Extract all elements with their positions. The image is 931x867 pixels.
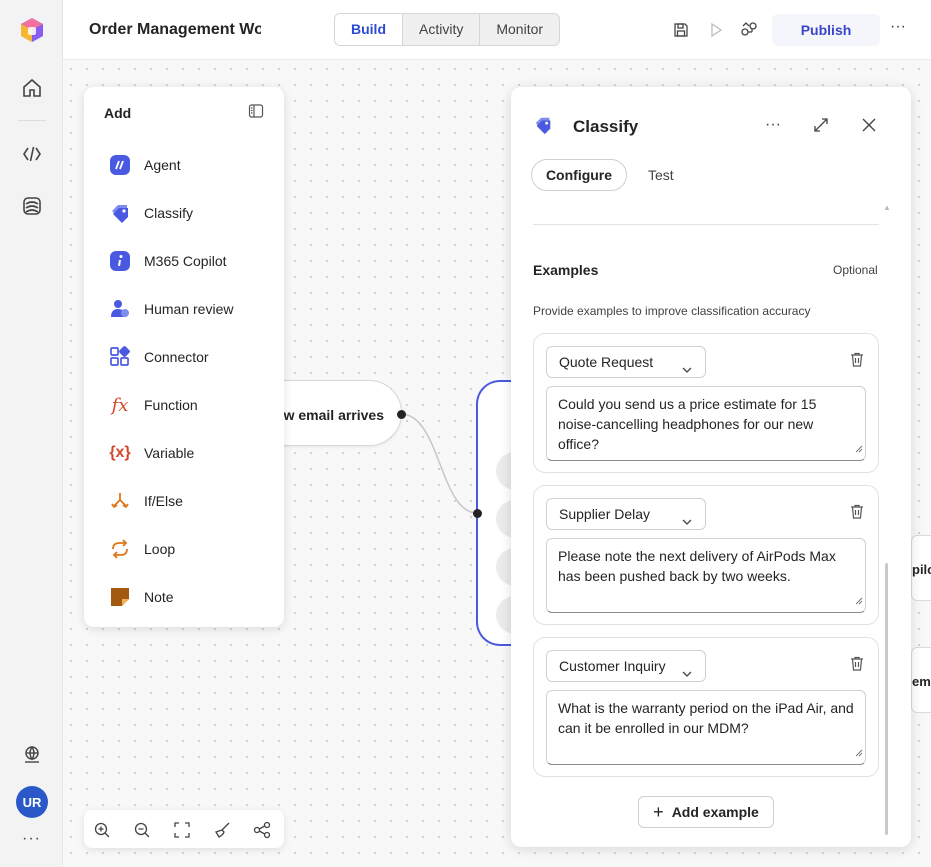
section-divider <box>533 224 879 225</box>
example-card: Customer Inquiry What is the warranty pe… <box>533 637 879 777</box>
examples-description: Provide examples to improve classificati… <box>533 304 811 318</box>
category-dropdown[interactable]: Customer Inquiry <box>546 650 706 682</box>
note-icon <box>108 585 132 609</box>
resize-grip-icon[interactable] <box>855 590 863 610</box>
panel-scrollbar[interactable] <box>885 563 888 835</box>
delete-icon[interactable] <box>850 504 864 524</box>
loop-icon <box>108 537 132 561</box>
add-item-classify[interactable]: Classify <box>108 201 193 225</box>
tag-icon <box>533 115 553 135</box>
collapse-panel-icon[interactable] <box>248 103 264 124</box>
canvas-toolbar <box>84 810 284 848</box>
add-item-connector[interactable]: Connector <box>108 345 209 369</box>
tab-configure[interactable]: Configure <box>531 159 627 191</box>
example-text-field[interactable]: Please note the next delivery of AirPods… <box>546 538 866 613</box>
delete-icon[interactable] <box>850 656 864 676</box>
close-icon[interactable] <box>859 115 879 135</box>
example-card: Supplier Delay Please note the next deli… <box>533 485 879 625</box>
offscreen-node-copilot[interactable]: pilo <box>911 535 931 601</box>
clean-up-icon[interactable] <box>212 820 232 840</box>
examples-heading: Examples <box>533 262 599 278</box>
offscreen-node-email[interactable]: ema <box>911 647 931 713</box>
delete-icon[interactable] <box>850 352 864 372</box>
trigger-node-label: ew email arrives <box>275 407 384 423</box>
category-dropdown[interactable]: Supplier Delay <box>546 498 706 530</box>
zoom-in-icon[interactable] <box>92 820 112 840</box>
tag-icon <box>108 201 132 225</box>
resize-grip-icon[interactable] <box>855 742 863 762</box>
expand-icon[interactable] <box>811 115 831 135</box>
agent-icon <box>108 153 132 177</box>
zoom-out-icon[interactable] <box>132 820 152 840</box>
apps-icon <box>108 345 132 369</box>
panel-title: Classify <box>573 117 639 136</box>
trigger-output-port[interactable] <box>397 410 406 419</box>
chevron-down-icon <box>681 508 693 538</box>
function-icon: fx <box>111 394 129 416</box>
panel-more-icon[interactable]: ··· <box>763 115 783 135</box>
chevron-down-icon <box>681 356 693 386</box>
chevron-down-icon <box>681 660 693 690</box>
add-item-note[interactable]: Note <box>108 585 174 609</box>
people-icon <box>108 297 132 321</box>
plus-icon: + <box>653 802 664 822</box>
add-panel: Add Agent Classify M365 Copilot Human re… <box>84 87 284 627</box>
add-item-m365-copilot[interactable]: M365 Copilot <box>108 249 227 273</box>
add-item-agent[interactable]: Agent <box>108 153 181 177</box>
variable-icon: {x} <box>109 444 131 461</box>
fit-view-icon[interactable] <box>172 820 192 840</box>
auto-layout-icon[interactable] <box>252 820 272 840</box>
branch-icon <box>108 489 132 513</box>
classify-panel: Classify ··· Configure Test ▲ Examples O… <box>511 87 911 847</box>
add-item-human-review[interactable]: Human review <box>108 297 233 321</box>
scroll-up-arrow[interactable]: ▲ <box>883 203 891 212</box>
tab-test[interactable]: Test <box>648 167 674 183</box>
add-item-function[interactable]: fx Function <box>108 393 198 417</box>
optional-label: Optional <box>833 263 878 277</box>
add-item-variable[interactable]: {x} Variable <box>108 441 194 465</box>
example-card: Quote Request Could you send us a price … <box>533 333 879 473</box>
add-item-if-else[interactable]: If/Else <box>108 489 183 513</box>
resize-grip-icon[interactable] <box>855 438 863 458</box>
info-icon <box>108 249 132 273</box>
category-dropdown[interactable]: Quote Request <box>546 346 706 378</box>
add-item-loop[interactable]: Loop <box>108 537 175 561</box>
example-text-field[interactable]: What is the warranty period on the iPad … <box>546 690 866 765</box>
example-text-field[interactable]: Could you send us a price estimate for 1… <box>546 386 866 461</box>
add-example-button[interactable]: + Add example <box>638 796 774 828</box>
add-panel-title: Add <box>104 105 132 121</box>
classify-input-port[interactable] <box>473 509 482 518</box>
